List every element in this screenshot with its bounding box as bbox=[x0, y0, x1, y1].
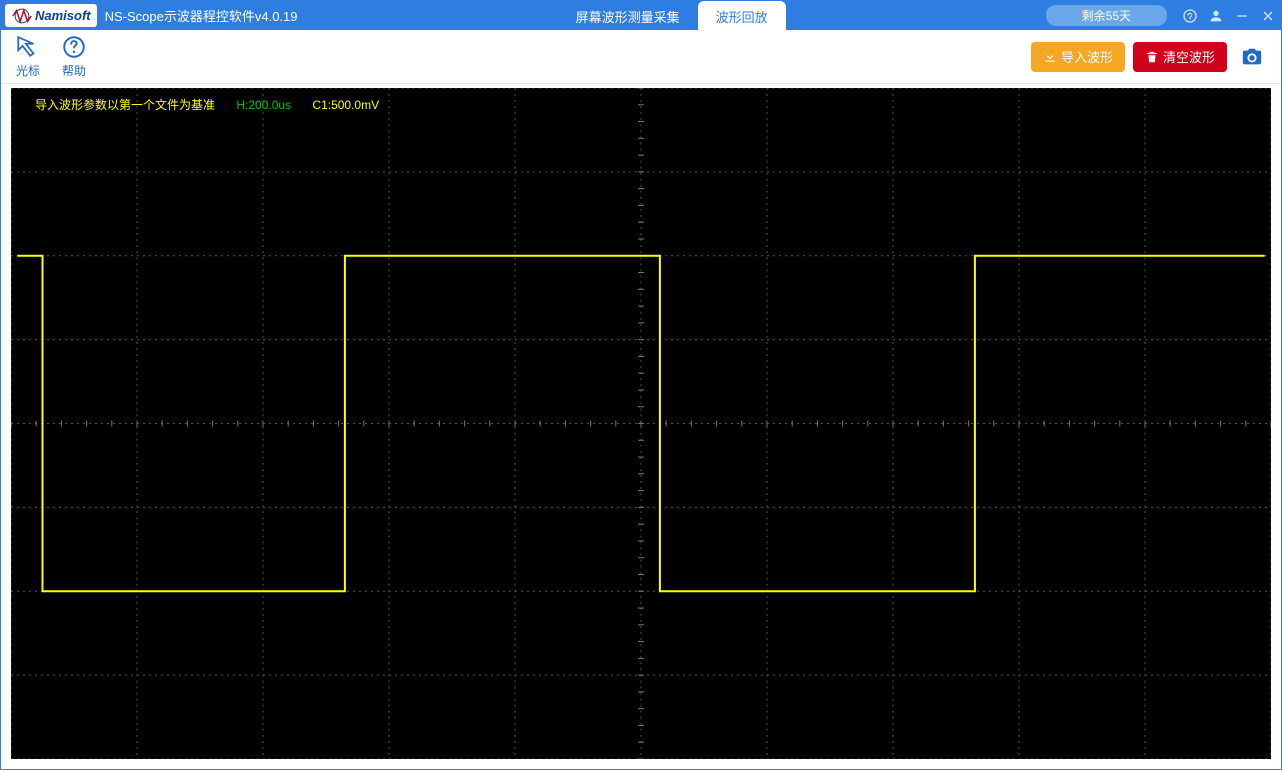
oscilloscope-display[interactable]: 导入波形参数以第一个文件为基准 H:200.0us C1:500.0mV bbox=[11, 88, 1271, 759]
clear-label: 清空波形 bbox=[1163, 47, 1215, 66]
logo-text: Namisoft bbox=[35, 8, 91, 23]
app-title: NS-Scope示波器程控软件v4.0.19 bbox=[105, 6, 298, 25]
scope-channel1-scale: C1:500.0mV bbox=[312, 98, 379, 112]
screenshot-button[interactable] bbox=[1237, 42, 1267, 72]
cursor-icon bbox=[15, 34, 41, 60]
help-tool-icon bbox=[61, 34, 87, 60]
camera-icon bbox=[1241, 46, 1263, 68]
logo: Namisoft bbox=[5, 4, 97, 27]
download-icon bbox=[1043, 50, 1057, 64]
scope-canvas bbox=[11, 88, 1271, 759]
tab-screen-capture[interactable]: 屏幕波形测量采集 bbox=[558, 1, 698, 30]
import-waveform-button[interactable]: 导入波形 bbox=[1031, 42, 1125, 72]
minimize-icon[interactable] bbox=[1229, 1, 1255, 30]
toolbar: 光标 帮助 导入波形 清空波形 bbox=[1, 30, 1281, 84]
scope-container: 导入波形参数以第一个文件为基准 H:200.0us C1:500.0mV bbox=[1, 84, 1281, 769]
tabs: 屏幕波形测量采集 波形回放 bbox=[298, 1, 1046, 30]
close-icon[interactable] bbox=[1255, 1, 1281, 30]
user-icon[interactable] bbox=[1203, 1, 1229, 30]
app-window: Namisoft NS-Scope示波器程控软件v4.0.19 屏幕波形测量采集… bbox=[0, 0, 1282, 770]
scope-message: 导入波形参数以第一个文件为基准 bbox=[35, 98, 215, 112]
titlebar: Namisoft NS-Scope示波器程控软件v4.0.19 屏幕波形测量采集… bbox=[1, 1, 1281, 30]
tab-waveform-playback[interactable]: 波形回放 bbox=[698, 1, 786, 30]
help-icon[interactable] bbox=[1177, 1, 1203, 30]
help-tool[interactable]: 帮助 bbox=[61, 34, 87, 79]
clear-waveform-button[interactable]: 清空波形 bbox=[1133, 42, 1227, 72]
scope-info-bar: 导入波形参数以第一个文件为基准 H:200.0us C1:500.0mV bbox=[35, 96, 379, 113]
cursor-label: 光标 bbox=[16, 62, 40, 79]
import-label: 导入波形 bbox=[1061, 47, 1113, 66]
logo-wave-icon bbox=[11, 8, 33, 24]
cursor-tool[interactable]: 光标 bbox=[15, 34, 41, 79]
help-label: 帮助 bbox=[62, 62, 86, 79]
scope-horizontal-scale: H:200.0us bbox=[236, 98, 291, 112]
trash-icon bbox=[1145, 50, 1159, 64]
license-status-pill[interactable]: 剩余55天 bbox=[1046, 5, 1167, 26]
